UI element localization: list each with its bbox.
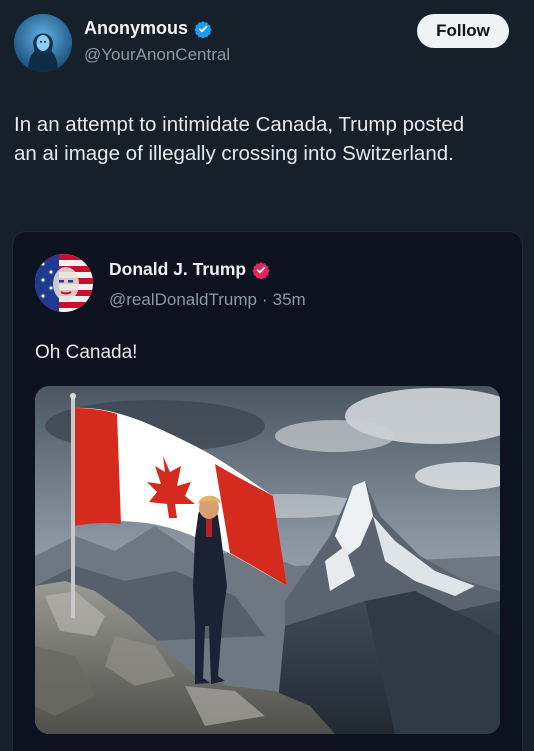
hooded-figure-icon [14,14,72,72]
author-display-name[interactable]: Anonymous [84,18,188,39]
verified-badge-icon [252,261,270,279]
author-name-row: Anonymous [84,18,212,39]
meta-separator: · [261,290,268,309]
quoted-tweet-text: Oh Canada! [35,342,138,363]
author-handle[interactable]: @YourAnonCentral [84,45,230,65]
flag-portrait-icon [35,254,93,312]
tweet: Anonymous @YourAnonCentral Follow In an … [0,0,534,751]
quoted-author-avatar[interactable] [35,254,93,312]
mountain-flag-scene [35,386,500,734]
tweet-text: In an attempt to intimidate Canada, Trum… [14,113,465,165]
quoted-tweet-image[interactable] [35,386,500,734]
quoted-author-handle[interactable]: @realDonaldTrump [109,290,257,310]
quoted-tweet-card[interactable]: Donald J. Trump @realDonaldTrump · 35m O… [12,231,523,751]
verified-badge-icon [194,20,212,38]
quoted-author-meta: @realDonaldTrump · 35m [109,290,306,310]
author-avatar[interactable] [14,14,72,72]
quoted-post-time[interactable]: 35m [273,290,306,310]
quoted-author-name-row: Donald J. Trump [109,259,270,280]
follow-button[interactable]: Follow [417,14,509,48]
quoted-author-display-name[interactable]: Donald J. Trump [109,259,246,280]
